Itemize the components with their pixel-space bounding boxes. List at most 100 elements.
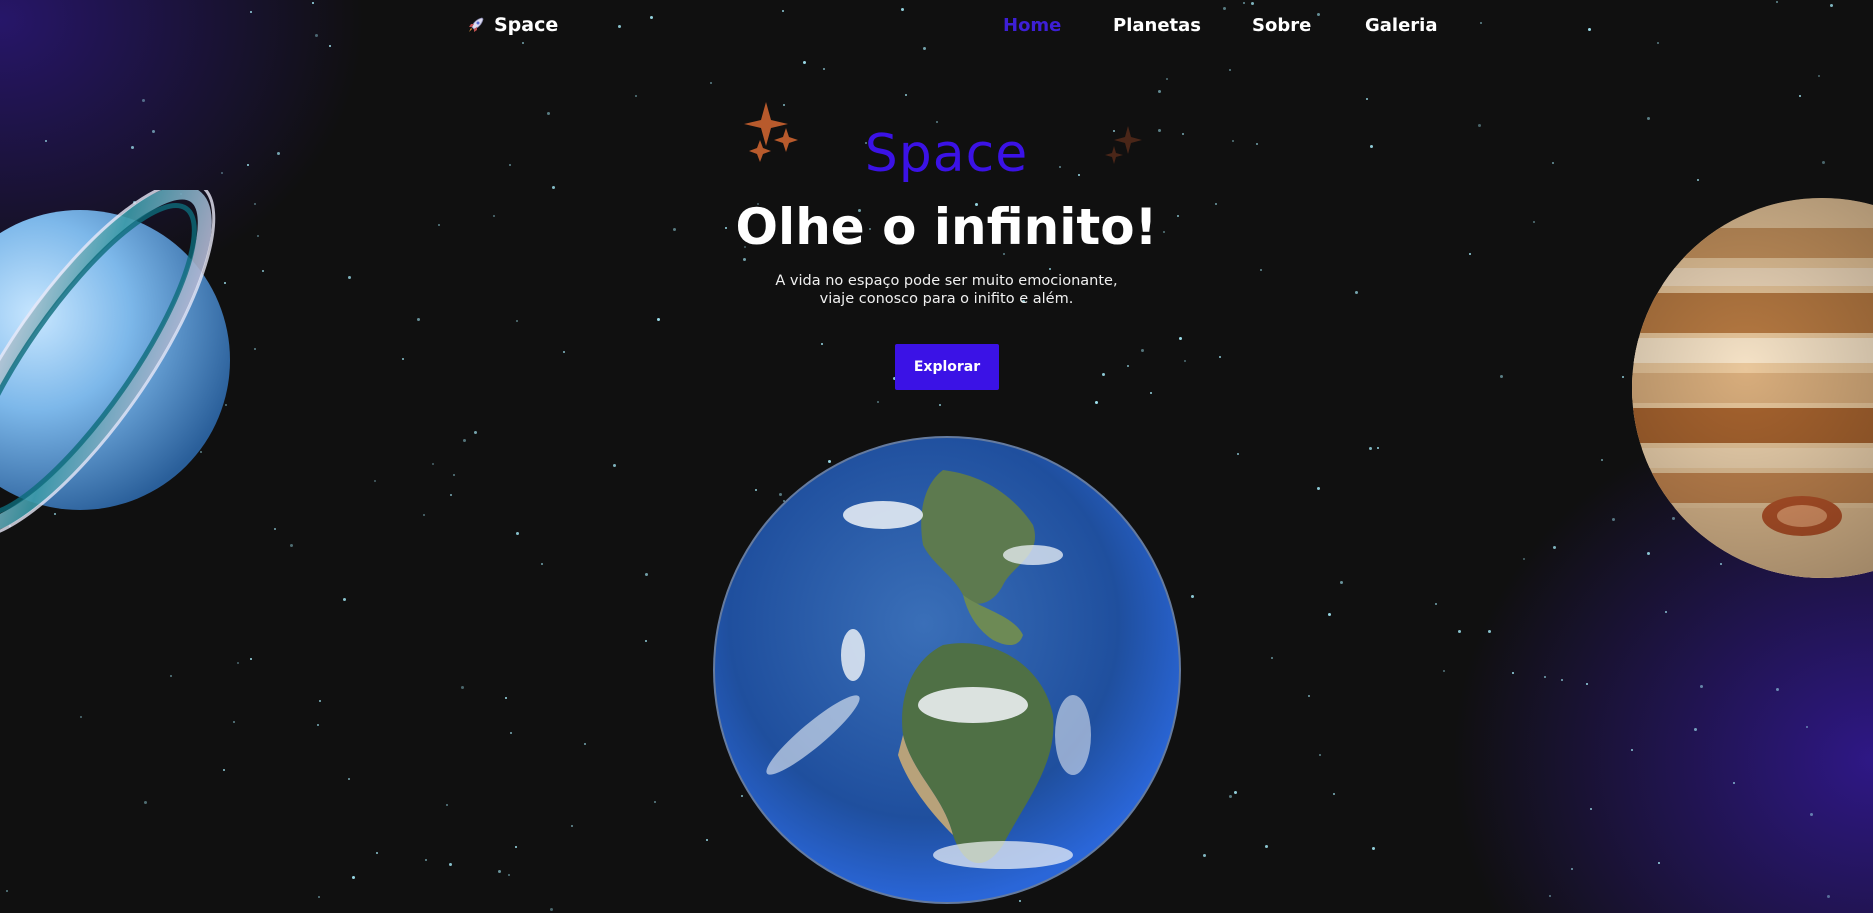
rocket-icon <box>469 17 484 32</box>
star <box>170 675 172 677</box>
star <box>1229 69 1231 71</box>
hero-subtitle-line-2: viaje conosco para o inifito e além. <box>819 291 1074 307</box>
star <box>1631 749 1633 751</box>
star <box>461 686 464 689</box>
star <box>1544 676 1546 678</box>
star <box>1694 728 1697 731</box>
star <box>547 112 550 115</box>
nav-home[interactable]: Home <box>1003 15 1061 36</box>
star <box>584 743 586 745</box>
star <box>1333 793 1335 795</box>
star <box>376 852 378 854</box>
star <box>1590 808 1592 810</box>
star <box>1319 754 1321 756</box>
star <box>1700 685 1703 688</box>
star <box>823 68 825 70</box>
star <box>237 662 239 664</box>
star <box>1271 657 1273 659</box>
star <box>317 724 319 726</box>
star <box>1308 695 1310 697</box>
star <box>877 401 879 403</box>
star <box>710 82 712 84</box>
star <box>290 544 293 547</box>
nav-galeria[interactable]: Galeria <box>1365 15 1438 36</box>
star <box>374 480 376 482</box>
star <box>1127 365 1129 367</box>
hero-subtitle: A vida no espaço pode ser muito emociona… <box>0 272 1873 308</box>
star <box>1317 487 1320 490</box>
star <box>463 439 466 442</box>
star <box>803 61 806 64</box>
star <box>348 778 350 780</box>
star <box>515 846 517 848</box>
star <box>939 404 941 406</box>
star <box>645 573 648 576</box>
earth-globe <box>713 436 1181 904</box>
star <box>571 825 573 827</box>
star <box>1340 581 1343 584</box>
star <box>743 258 746 261</box>
star <box>1184 360 1186 362</box>
star <box>905 94 907 96</box>
star <box>1658 862 1660 864</box>
star <box>1776 688 1779 691</box>
star <box>706 839 708 841</box>
star <box>1234 791 1237 794</box>
star <box>508 874 510 876</box>
star <box>654 801 656 803</box>
star <box>1561 679 1563 681</box>
star <box>1799 95 1801 97</box>
star <box>1806 726 1808 728</box>
star <box>498 870 501 873</box>
star <box>1488 630 1491 633</box>
star <box>1260 269 1262 271</box>
logo[interactable]: Space <box>466 14 558 36</box>
star <box>432 463 434 465</box>
star <box>223 769 225 771</box>
star <box>425 859 427 861</box>
star <box>318 896 320 898</box>
star <box>1166 78 1168 80</box>
star <box>510 732 512 734</box>
explore-button[interactable]: Explorar <box>895 344 999 390</box>
star <box>449 863 452 866</box>
star <box>1443 670 1445 672</box>
star <box>635 95 637 97</box>
star <box>450 494 452 496</box>
star <box>1102 373 1105 376</box>
star <box>417 318 420 321</box>
star <box>1158 90 1161 93</box>
star <box>1179 337 1182 340</box>
star <box>1377 447 1379 449</box>
star <box>1665 611 1667 613</box>
star <box>250 658 252 660</box>
star <box>563 351 565 353</box>
star <box>352 876 355 879</box>
star <box>474 431 477 434</box>
star <box>453 474 455 476</box>
nav-planetas[interactable]: Planetas <box>1113 15 1201 36</box>
star <box>1810 813 1813 816</box>
star <box>1818 75 1820 77</box>
hero-headline: Olhe o infinito! <box>735 198 1158 256</box>
star <box>80 716 82 718</box>
star <box>821 343 823 345</box>
star <box>613 464 616 467</box>
hero-subtitle-line-1: A vida no espaço pode ser muito emociona… <box>775 273 1118 289</box>
star <box>1203 854 1206 857</box>
nav-sobre[interactable]: Sobre <box>1252 15 1311 36</box>
star <box>505 697 507 699</box>
star <box>550 908 553 911</box>
star <box>1553 546 1556 549</box>
star <box>1827 895 1830 898</box>
star <box>1191 595 1194 598</box>
star <box>1219 356 1221 358</box>
star <box>1049 268 1051 270</box>
star <box>1366 98 1368 100</box>
star <box>516 320 518 322</box>
star <box>144 801 147 804</box>
star <box>657 318 660 321</box>
star <box>1549 895 1551 897</box>
star <box>1523 558 1525 560</box>
star <box>343 598 346 601</box>
